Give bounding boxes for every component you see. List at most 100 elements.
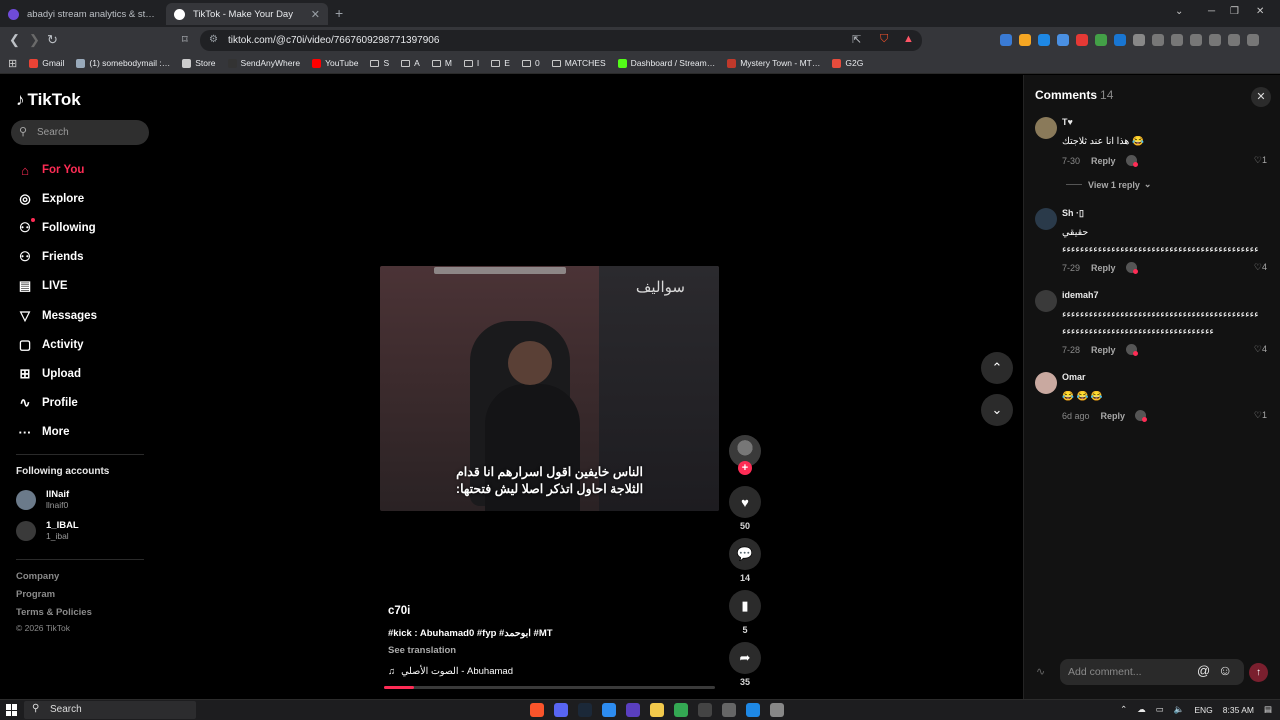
bookmark-item[interactable]: (1) somebodymail :… [76,58,170,68]
search-input[interactable] [37,124,142,141]
reply-button[interactable]: Reply [1091,345,1116,355]
volume-icon[interactable]: 🔈 [1174,704,1185,715]
site-info-icon[interactable]: ⚙ [209,34,218,45]
video-author[interactable]: c70i [388,605,410,617]
save-action[interactable]: ▮ 5 [729,590,761,635]
brave-shield-icon[interactable]: ⛉ [880,33,888,46]
comment-like-button[interactable]: ♡4 [1254,344,1267,355]
notifications-icon[interactable]: ▤ [1264,704,1272,715]
bookmark-item[interactable]: S [370,58,389,68]
network-icon[interactable]: ▭ [1156,704,1164,715]
heart-icon[interactable]: ♥ [729,486,761,518]
avatar[interactable] [1035,117,1057,139]
extension-icon[interactable] [1038,34,1050,46]
sidebar-item-for-you[interactable]: ⌂ For You [16,159,84,181]
bookmark-item[interactable]: 0 [521,58,540,68]
emoji-icon[interactable]: ☺ [1218,662,1232,678]
sidebar-item-live[interactable]: ▤ LIVE [16,275,68,297]
app-icon[interactable] [626,703,640,717]
bookmark-item[interactable]: Dashboard / Stream… [617,58,715,68]
share-icon[interactable]: ➦ [729,642,761,674]
back-icon[interactable]: ❮ [9,32,20,48]
app-icon[interactable] [698,703,712,717]
previous-video-button[interactable]: ⌃ [981,352,1013,384]
steam-app-icon[interactable] [578,703,592,717]
leo-icon[interactable] [1209,34,1221,46]
music-title[interactable]: الصوت الأصلي - Abuhamad [401,666,513,677]
app-icon[interactable] [722,703,736,717]
chrome-app-icon[interactable] [674,703,688,717]
puzzle-icon[interactable] [1133,34,1145,46]
extension-icon[interactable] [1095,34,1107,46]
bookmark-item[interactable]: Gmail [29,58,64,68]
extension-icon[interactable] [1019,34,1031,46]
keyboard-language[interactable]: ENG [1194,705,1212,715]
like-action[interactable]: ♥ 50 [729,486,761,531]
bookmark-item[interactable]: SendAnyWhere [227,58,300,68]
search-box[interactable]: ⚲ [11,120,149,145]
footer-link[interactable]: Terms & Policies [16,607,92,618]
follow-plus-icon[interactable]: + [738,461,752,475]
bookmark-item[interactable]: A [401,58,420,68]
reply-button[interactable]: Reply [1091,156,1116,166]
music-row[interactable]: ♫ الصوت الأصلي - Abuhamad [388,666,513,677]
post-comment-button[interactable]: ↑ [1249,663,1268,682]
next-video-button[interactable]: ⌄ [981,394,1013,426]
bookmark-item[interactable]: Store [182,58,216,68]
following-account[interactable]: 1_IBAL 1_ibal [16,520,79,541]
bookmark-item[interactable]: YouTube [312,58,358,68]
avatar[interactable] [1035,290,1057,312]
reply-button[interactable]: Reply [1101,411,1126,421]
video-description[interactable]: #kick : Abuhamad0 #fyp #ابوحمد #MT [388,628,553,639]
apps-icon[interactable]: ⊞ [8,57,17,70]
brave-rewards-icon[interactable]: ▲ [903,33,914,45]
tab-search-icon[interactable]: ⌄ [1175,6,1183,17]
sidebar-item-following[interactable]: ⚇ Following [16,217,96,239]
view-replies-button[interactable]: View 1 reply ⌄ [1066,179,1151,190]
bookmark-icon[interactable]: ⌑ [182,33,188,46]
video-progress-bar[interactable] [384,686,715,689]
wallet-icon[interactable] [1190,34,1202,46]
tab-analytics[interactable]: abadyi stream analytics & stats by 2… [0,3,164,25]
vpn-icon[interactable] [1228,34,1240,46]
bookmark-item[interactable]: G2G [832,58,863,68]
comment-username[interactable]: T♥ [1062,117,1073,127]
app-icon[interactable] [602,703,616,717]
bookmark-item[interactable]: MATCHES [551,58,606,68]
windows-start-icon[interactable] [6,704,18,716]
sidebar-item-profile[interactable]: ∿ Profile [16,392,78,414]
share-action[interactable]: ➦ 35 [729,642,761,687]
close-tab-icon[interactable]: ✕ [311,8,320,21]
sidebar-item-activity[interactable]: ▢ Activity [16,334,84,356]
comment-like-button[interactable]: ♡1 [1254,155,1267,166]
extension-icon[interactable] [1076,34,1088,46]
restore-icon[interactable]: ❐ [1230,6,1239,17]
reply-button[interactable]: Reply [1091,263,1116,273]
avatar[interactable] [1035,372,1057,394]
comment-like-button[interactable]: ♡4 [1254,262,1267,273]
comment-action[interactable]: 💬 14 [729,538,761,583]
comment-input-box[interactable]: @ ☺ [1060,659,1244,685]
menu-icon[interactable] [1247,34,1259,46]
sidebar-item-more[interactable]: ··· More [16,421,70,443]
file-explorer-icon[interactable] [650,703,664,717]
video-player[interactable]: سواليف الناس خايفين اقول اسرارهم انا قدا… [380,266,719,511]
following-account[interactable]: llNaif llnaif0 [16,489,69,510]
taskbar-search[interactable]: ⚲ Search [24,701,196,719]
url-text[interactable]: tiktok.com/@c70i/video/76676092987713979… [228,35,439,46]
comment-username[interactable]: idemah7 [1062,290,1099,300]
close-comments-button[interactable]: ✕ [1251,87,1271,107]
discord-app-icon[interactable] [554,703,568,717]
forward-icon[interactable]: ❯ [29,32,40,48]
bookmark-item[interactable]: Mystery Town - MT… [727,58,820,68]
url-bar[interactable]: ⚙ tiktok.com/@c70i/video/766760929877139… [200,30,922,51]
comment-like-button[interactable]: ♡1 [1254,410,1267,421]
comment-input[interactable] [1068,664,1193,680]
app-icon[interactable] [746,703,760,717]
mention-icon[interactable]: @ [1197,663,1210,678]
tray-app-icon[interactable]: ☁ [1137,704,1146,715]
reload-icon[interactable]: ↻ [47,32,58,48]
window-close-icon[interactable]: ✕ [1256,6,1264,17]
minimize-icon[interactable]: ─ [1208,6,1215,17]
sidebar-item-upload[interactable]: ⊞ Upload [16,363,81,385]
